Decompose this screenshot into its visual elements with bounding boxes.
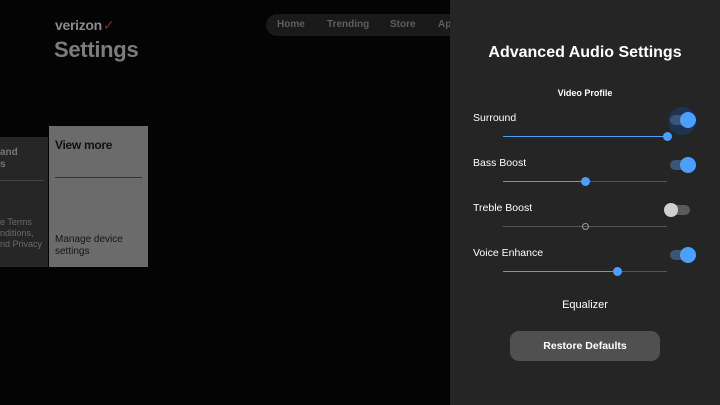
slider-fill	[503, 271, 618, 272]
voice-enhance-label: Voice Enhance	[473, 247, 544, 259]
treble-boost-toggle[interactable]	[664, 203, 690, 217]
voice-enhance-slider[interactable]	[503, 267, 667, 276]
settings-card-view-more[interactable]: View more Manage device settings	[49, 126, 148, 267]
equalizer-button[interactable]: Equalizer	[450, 299, 720, 311]
treble-boost-slider[interactable]	[503, 223, 667, 230]
page-title: Settings	[54, 37, 139, 62]
card-title: View more	[55, 138, 113, 152]
voice-enhance-toggle[interactable]	[670, 247, 696, 263]
card-divider	[0, 180, 44, 181]
nav-item-home[interactable]: Home	[277, 19, 305, 30]
card-description: Manage device settings	[55, 234, 123, 257]
slider-fill	[503, 136, 667, 137]
settings-card-terms[interactable]: and s e Terms nditions, nd Privacy	[0, 137, 48, 267]
advanced-audio-panel: Advanced Audio Settings Video Profile Su…	[450, 0, 720, 405]
slider-thumb[interactable]	[580, 177, 590, 186]
toggle-knob	[680, 157, 696, 173]
card-divider	[55, 177, 142, 178]
toggle-knob	[664, 203, 678, 217]
surround-slider[interactable]	[503, 132, 672, 141]
nav-item-store[interactable]: Store	[390, 19, 416, 30]
bass-boost-toggle[interactable]	[670, 157, 696, 173]
treble-boost-label: Treble Boost	[473, 202, 533, 214]
slider-fill	[503, 181, 585, 182]
restore-defaults-button[interactable]: Restore Defaults	[510, 331, 660, 361]
card-description: e Terms nditions, nd Privacy	[0, 217, 43, 249]
profile-label: Video Profile	[557, 88, 613, 98]
slider-thumb[interactable]	[613, 267, 623, 276]
surround-label: Surround	[473, 112, 517, 124]
bass-boost-label: Bass Boost	[473, 157, 527, 169]
panel-title: Advanced Audio Settings	[488, 44, 682, 61]
surround-toggle[interactable]	[670, 112, 696, 128]
checkmark-icon: ✓	[102, 17, 115, 33]
bass-boost-slider[interactable]	[503, 177, 667, 186]
card-title: and s	[0, 147, 18, 170]
verizon-logo: verizon✓	[55, 17, 115, 33]
toggle-knob	[680, 247, 696, 263]
slider-thumb[interactable]	[662, 132, 672, 141]
toggle-knob	[680, 112, 696, 128]
slider-thumb[interactable]	[581, 223, 589, 230]
nav-item-trending[interactable]: Trending	[327, 19, 369, 30]
